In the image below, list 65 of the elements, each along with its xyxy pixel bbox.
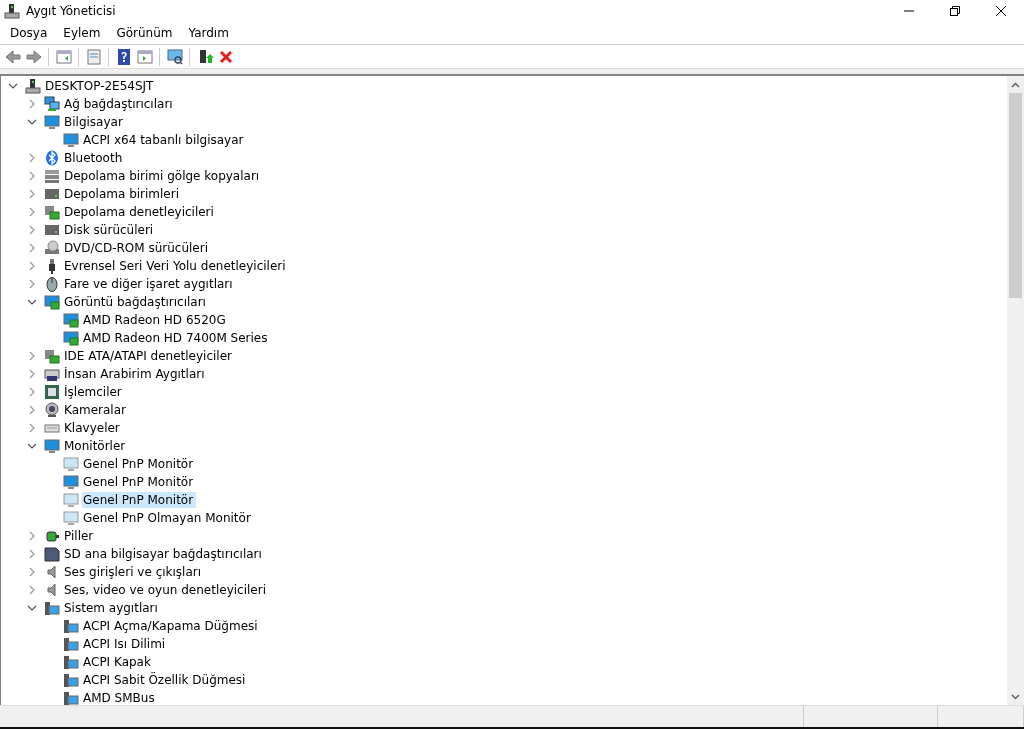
tree-item[interactable]: Sistem aygıtları — [63, 600, 161, 616]
tree-item[interactable]: Bilgisayar — [63, 114, 126, 130]
properties-icon[interactable] — [84, 47, 103, 66]
scroll-up-icon[interactable] — [1011, 81, 1020, 88]
scroll-down-icon[interactable] — [1011, 693, 1020, 700]
monitor-icon — [44, 438, 60, 454]
tree-item[interactable]: ACPI Açma/Kapama Düğmesi — [82, 618, 261, 634]
tree-item[interactable]: AMD SMBus — [82, 690, 158, 705]
tree-item[interactable]: Piller — [63, 528, 97, 544]
close-icon[interactable] — [996, 6, 1006, 16]
tree-item[interactable]: DVD/CD-ROM sürücüleri — [63, 240, 211, 256]
forward-icon[interactable] — [24, 47, 43, 66]
tree-item[interactable]: Monitörler — [63, 438, 129, 454]
tree-item[interactable]: ACPI Kapak — [82, 654, 154, 670]
tree-item[interactable]: ACPI x64 tabanlı bilgisayar — [82, 132, 247, 148]
drive-icon — [44, 222, 60, 238]
tree-item[interactable]: ACPI Isı Dilimi — [82, 636, 169, 652]
tree-item[interactable]: Genel PnP Monitör — [82, 492, 197, 508]
menu-item[interactable]: Eylem — [55, 24, 109, 42]
bluetooth-icon — [44, 150, 60, 166]
tree-item[interactable]: Klavyeler — [63, 420, 123, 436]
vertical-scrollbar[interactable] — [1007, 76, 1024, 705]
scan-monitor-icon[interactable] — [165, 47, 184, 66]
monitor-icon — [63, 474, 79, 490]
monitor-icon — [63, 132, 79, 148]
back-icon[interactable] — [3, 47, 22, 66]
tree-item[interactable]: Genel PnP Olmayan Monitör — [82, 510, 254, 526]
tree-item[interactable]: Depolama denetleyicileri — [63, 204, 217, 220]
dvd-icon — [44, 240, 60, 256]
tree-item[interactable]: Kameralar — [63, 402, 129, 418]
tree-item[interactable]: Ses girişleri ve çıkışları — [63, 564, 205, 580]
tree-item[interactable]: İnsan Arabirim Aygıtları — [63, 366, 208, 382]
menu-item[interactable]: Görünüm — [108, 24, 181, 42]
tree-item[interactable]: Depolama birimleri — [63, 186, 183, 202]
monitor-icon — [44, 114, 60, 130]
tree-item[interactable]: Bluetooth — [63, 150, 126, 166]
tree-item[interactable]: AMD Radeon HD 7400M Series — [82, 330, 271, 346]
tree-item[interactable]: Genel PnP Monitör — [82, 474, 197, 490]
tree-item[interactable]: SD ana bilgisayar bağdaştırıcıları — [63, 546, 265, 562]
tree-item[interactable]: AMD Radeon HD 6520G — [82, 312, 229, 328]
tree-item[interactable]: DESKTOP-2E54SJT — [44, 78, 157, 94]
computer-icon — [25, 78, 41, 94]
console-tree-icon[interactable] — [54, 47, 73, 66]
tree-item[interactable]: Disk sürücüleri — [63, 222, 157, 238]
tree-item[interactable]: Ağ bağdaştırıcıları — [63, 96, 176, 112]
tree-item[interactable]: İşlemciler — [63, 384, 125, 400]
tree-item[interactable]: Evrensel Seri Veri Yolu denetleyicileri — [63, 258, 289, 274]
tree-item[interactable]: Görüntü bağdaştırıcıları — [63, 294, 209, 310]
tree-item[interactable]: Genel PnP Monitör — [82, 456, 197, 472]
network-icon — [44, 96, 60, 112]
tree-item[interactable]: IDE ATA/ATAPI denetleyiciler — [63, 348, 235, 364]
tree-item[interactable]: Fare ve diğer işaret aygıtları — [63, 276, 236, 292]
storage-icon — [44, 168, 60, 184]
menu-item[interactable]: Dosya — [2, 24, 56, 42]
computer-icon — [4, 3, 20, 19]
drive-icon — [44, 186, 60, 202]
cpu-icon — [44, 384, 60, 400]
mouse-icon — [44, 276, 60, 292]
menu-item[interactable]: Yardım — [180, 24, 237, 42]
camera-icon — [44, 402, 60, 418]
tree-item[interactable]: ACPI Sabit Özellik Düğmesi — [82, 672, 249, 688]
tree-item[interactable]: Ses, video ve oyun denetleyicileri — [63, 582, 269, 598]
window-title: Aygıt Yöneticisi — [26, 4, 117, 18]
tree-item[interactable]: Depolama birimi gölge kopyaları — [63, 168, 263, 184]
restore-icon[interactable] — [950, 6, 960, 16]
